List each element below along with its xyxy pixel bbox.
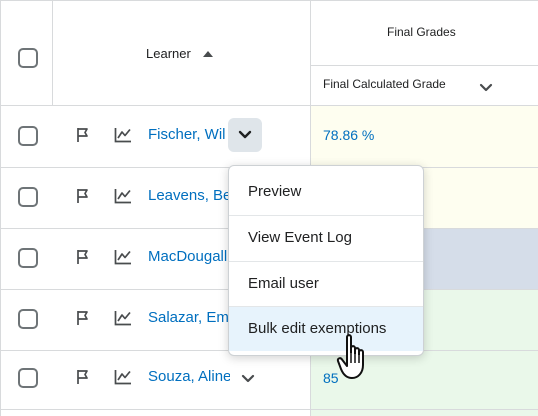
learner-name-link[interactable]: MacDougall, [148, 248, 228, 265]
flag-icon[interactable] [76, 249, 90, 265]
flag-icon[interactable] [76, 310, 90, 326]
trend-chart-icon[interactable] [114, 249, 132, 265]
row-checkbox[interactable] [18, 126, 38, 146]
chevron-down-icon[interactable] [479, 83, 493, 93]
header-divider [52, 1, 53, 106]
chevron-down-icon [238, 130, 252, 139]
hand-pointer-cursor-icon [336, 334, 364, 379]
learner-header[interactable]: Learner [146, 46, 191, 61]
learner-name-link[interactable]: Leavens, Ber [148, 187, 228, 204]
row-line [0, 409, 538, 410]
learner-name-link[interactable]: Salazar, Emil [148, 309, 228, 326]
flag-icon[interactable] [76, 188, 90, 204]
trend-chart-icon[interactable] [114, 188, 132, 204]
trend-chart-icon[interactable] [114, 310, 132, 326]
learner-name-link[interactable]: Fischer, Wil [148, 126, 226, 143]
learner-name-link[interactable]: Souza, Aline [148, 368, 230, 385]
table-border-left [0, 1, 1, 416]
row-checkbox[interactable] [18, 309, 38, 329]
row-checkbox[interactable] [18, 248, 38, 268]
row-line [0, 105, 538, 106]
menu-item-email-user[interactable]: Email user [229, 262, 423, 306]
menu-item-view-event-log[interactable]: View Event Log [229, 216, 423, 260]
menu-item-bulk-edit-exemptions[interactable]: Bulk edit exemptions [229, 307, 423, 351]
final-grades-header: Final Grades [387, 25, 456, 39]
trend-chart-icon[interactable] [114, 369, 132, 385]
row-checkbox[interactable] [18, 187, 38, 207]
learner-context-menu: Preview View Event Log Email user Bulk e… [228, 165, 424, 356]
sort-ascending-icon[interactable] [203, 51, 213, 57]
flag-icon[interactable] [76, 127, 90, 143]
learner-actions-button[interactable] [228, 118, 262, 152]
select-all-checkbox[interactable] [18, 48, 38, 68]
menu-item-preview[interactable]: Preview [229, 170, 423, 214]
row-checkbox[interactable] [18, 368, 38, 388]
chevron-down-icon[interactable] [241, 374, 255, 384]
subheader-line [311, 65, 538, 66]
final-grade-value[interactable]: 78.86 % [323, 127, 374, 143]
final-calculated-grade-header[interactable]: Final Calculated Grade [323, 77, 446, 91]
trend-chart-icon[interactable] [114, 127, 132, 143]
flag-icon[interactable] [76, 369, 90, 385]
